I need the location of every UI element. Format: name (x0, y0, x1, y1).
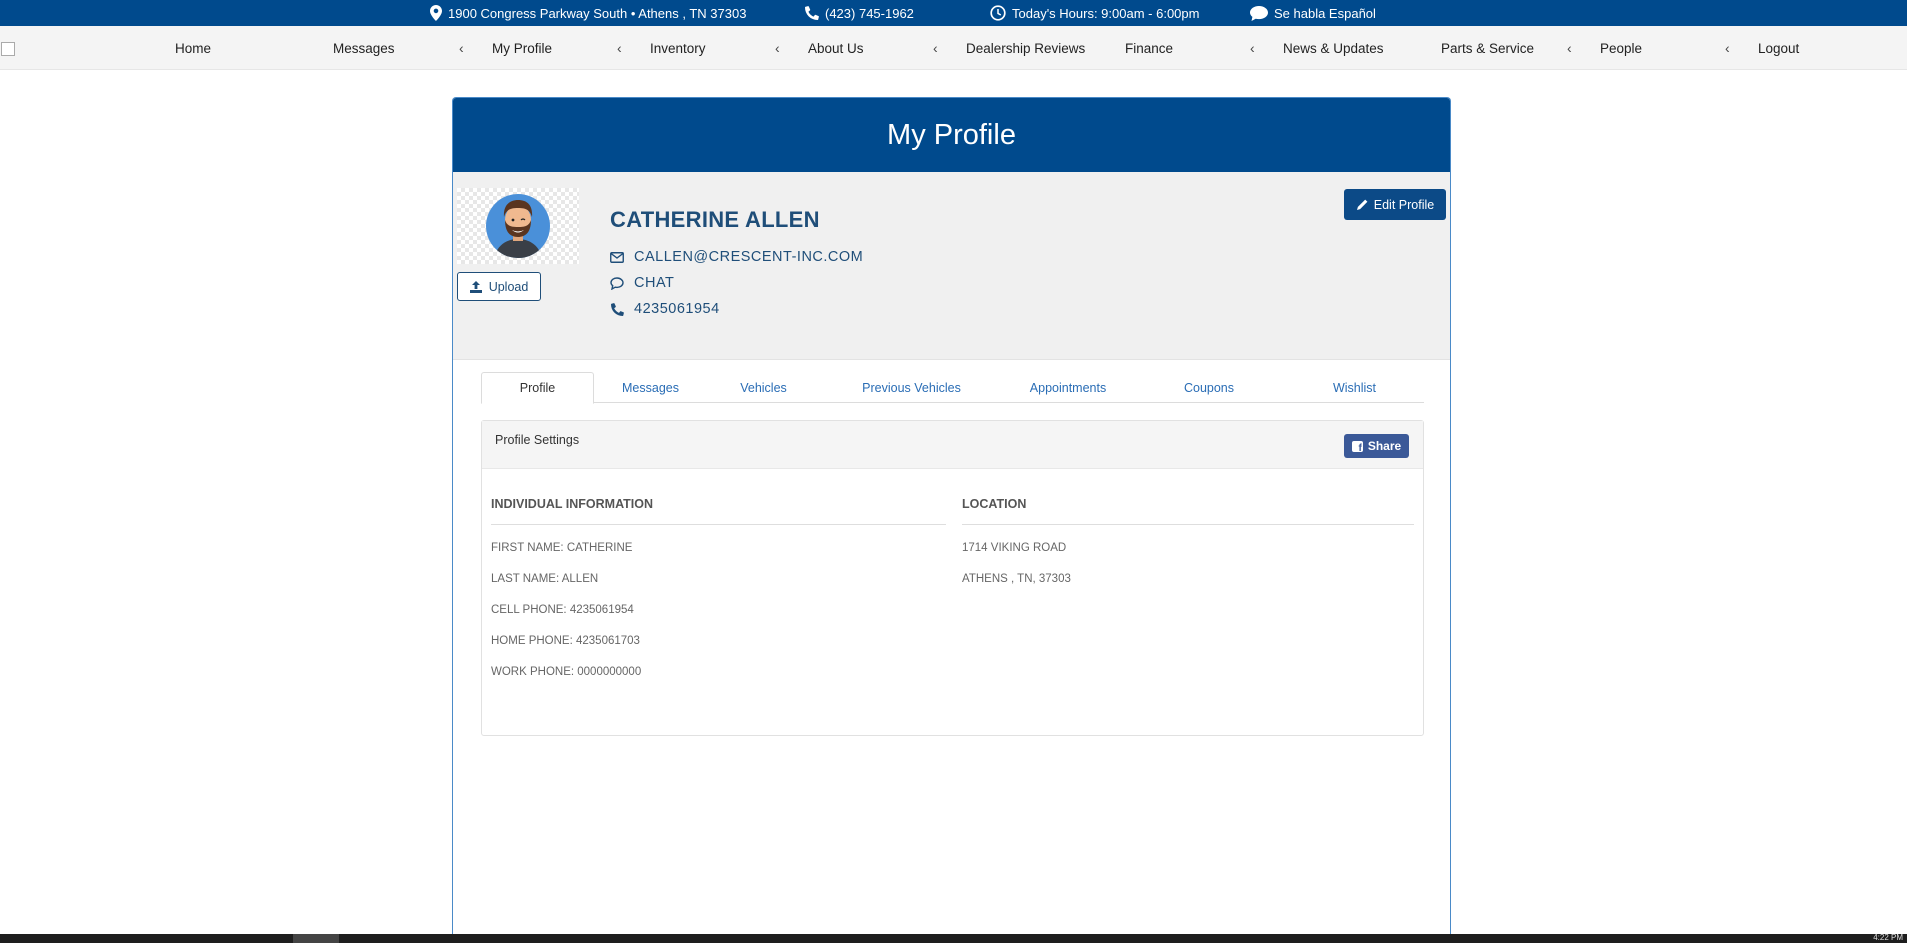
upload-icon (469, 280, 482, 293)
main-nav: Home Messages ‹ My Profile ‹ Inventory ‹… (0, 26, 1907, 70)
tab-previous-vehicles[interactable]: Previous Vehicles (820, 372, 1003, 403)
chat-link[interactable]: CHAT (610, 275, 674, 291)
tab-vehicles[interactable]: Vehicles (707, 372, 820, 403)
facebook-icon (1351, 440, 1363, 454)
speech-bubble-icon (1250, 5, 1268, 21)
envelope-icon (610, 251, 624, 263)
chat-text: CHAT (634, 275, 675, 291)
phone-link[interactable]: 4235061954 (610, 301, 720, 317)
tab-coupons[interactable]: Coupons (1133, 372, 1285, 403)
page-title: My Profile (887, 118, 1016, 151)
panel-header: Profile Settings Share (482, 421, 1423, 469)
work-phone-field: WORK PHONE: 0000000000 (491, 666, 642, 678)
nav-about-us[interactable]: About Us (808, 26, 864, 70)
chat-bubble-icon (610, 276, 624, 290)
map-pin-icon (430, 5, 442, 21)
home-phone-field: HOME PHONE: 4235061703 (491, 635, 640, 647)
nav-inventory[interactable]: Inventory (650, 26, 706, 70)
chevron-left-icon[interactable]: ‹ (459, 26, 464, 70)
chevron-left-icon[interactable]: ‹ (1725, 26, 1730, 70)
address-item[interactable]: 1900 Congress Parkway South • Athens , T… (430, 0, 746, 26)
chevron-left-icon[interactable]: ‹ (617, 26, 622, 70)
nav-logout[interactable]: Logout (1758, 26, 1799, 70)
nav-dealership-reviews[interactable]: Dealership Reviews (966, 26, 1085, 70)
profile-settings-panel: Profile Settings Share INDIVIDUAL INFORM… (481, 420, 1424, 736)
phone-number-text: 4235061954 (634, 301, 720, 317)
nav-news-updates[interactable]: News & Updates (1283, 26, 1384, 70)
nav-finance[interactable]: Finance (1125, 26, 1173, 70)
spanish-item: Se habla Español (1250, 0, 1376, 26)
edit-profile-button[interactable]: Edit Profile (1344, 189, 1446, 220)
chevron-left-icon[interactable]: ‹ (775, 26, 780, 70)
pencil-icon (1356, 199, 1368, 210)
spanish-text: Se habla Español (1274, 5, 1376, 21)
nav-home[interactable]: Home (175, 26, 211, 70)
panel-title: Profile Settings (495, 433, 580, 447)
top-info-bar: 1900 Congress Parkway South • Athens , T… (0, 0, 1907, 26)
card-header: My Profile (453, 98, 1450, 172)
profile-name: CATHERINE ALLEN (610, 207, 820, 232)
chevron-left-icon[interactable]: ‹ (1567, 26, 1572, 70)
tab-appointments[interactable]: Appointments (1003, 372, 1133, 403)
taskbar-app-item[interactable] (293, 934, 339, 943)
upload-button[interactable]: Upload (457, 272, 541, 301)
upload-label: Upload (488, 279, 529, 294)
phone-text: (423) 745-1962 (825, 5, 914, 21)
profile-tabs: Profile Messages Vehicles Previous Vehic… (481, 372, 1424, 404)
individual-info-heading: INDIVIDUAL INFORMATION (491, 497, 946, 525)
address-text: 1900 Congress Parkway South • Athens , T… (448, 5, 747, 21)
clock-icon (990, 5, 1006, 21)
nav-people[interactable]: People (1600, 26, 1642, 70)
individual-info-section: INDIVIDUAL INFORMATION FIRST NAME: CATHE… (491, 497, 946, 680)
location-heading: LOCATION (962, 497, 1414, 525)
os-taskbar: 4:22 PM (0, 933, 1907, 943)
first-name-field: FIRST NAME: CATHERINE (491, 542, 633, 554)
cell-phone-field: CELL PHONE: 4235061954 (491, 604, 634, 616)
avatar (457, 188, 579, 264)
street-address-field: 1714 VIKING ROAD (962, 542, 1067, 554)
nav-parts-service[interactable]: Parts & Service (1441, 26, 1534, 70)
facebook-share-button[interactable]: Share (1344, 434, 1409, 458)
share-label: Share (1367, 439, 1402, 453)
tab-profile[interactable]: Profile (481, 372, 594, 404)
phone-icon (805, 6, 819, 20)
profile-summary: Upload CATHERINE ALLEN CALLEN@CRESCENT-I… (453, 172, 1450, 360)
hours-text: Today's Hours: 9:00am - 6:00pm (1012, 5, 1200, 21)
phone-item[interactable]: (423) 745-1962 (805, 0, 914, 26)
email-text: CALLEN@CRESCENT-INC.COM (634, 249, 864, 265)
last-name-field: LAST NAME: ALLEN (491, 573, 599, 585)
chevron-left-icon[interactable]: ‹ (1250, 26, 1255, 70)
tab-wishlist[interactable]: Wishlist (1285, 372, 1424, 403)
avatar-icon (486, 194, 550, 258)
hours-item: Today's Hours: 9:00am - 6:00pm (990, 0, 1199, 26)
email-link[interactable]: CALLEN@CRESCENT-INC.COM (610, 249, 863, 265)
nav-messages[interactable]: Messages (333, 26, 395, 70)
logo-image[interactable] (1, 42, 15, 56)
profile-card: My Profile Upload CATHERINE ALLEN CALLEN… (452, 97, 1451, 943)
taskbar-clock: 4:22 PM (1873, 933, 1903, 942)
nav-my-profile[interactable]: My Profile (492, 26, 552, 70)
tab-messages[interactable]: Messages (594, 372, 707, 403)
edit-profile-label: Edit Profile (1373, 197, 1435, 212)
chevron-left-icon[interactable]: ‹ (933, 26, 938, 70)
location-section: LOCATION 1714 VIKING ROAD ATHENS , TN, 3… (962, 497, 1414, 587)
phone-icon (610, 302, 624, 316)
city-state-zip-field: ATHENS , TN, 37303 (962, 573, 1071, 585)
